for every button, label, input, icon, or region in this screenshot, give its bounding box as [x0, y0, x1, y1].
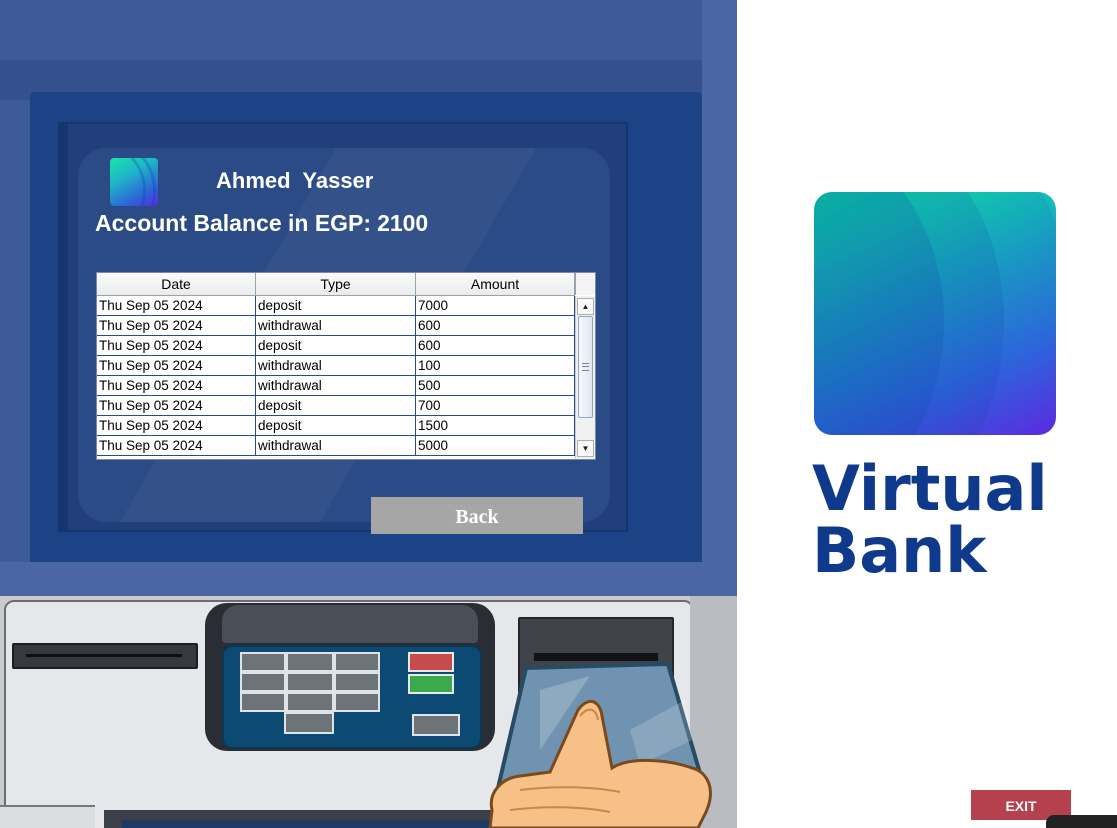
cell-type: withdrawal [256, 356, 416, 376]
cell-amount: 600 [416, 316, 575, 336]
keypad-key [334, 652, 380, 672]
virtual-bank-logo-icon [814, 192, 1056, 435]
scroll-down-arrow-icon[interactable]: ▼ [577, 440, 594, 457]
brand-line-virtual: Virtual [812, 452, 1048, 525]
cell-date: Thu Sep 05 2024 [97, 416, 256, 436]
table-row[interactable]: Thu Sep 05 2024 withdrawal 100 [97, 356, 575, 376]
cash-dispenser-slot [104, 810, 544, 828]
keypad-key [240, 672, 286, 692]
cell-date: Thu Sep 05 2024 [97, 296, 256, 316]
cell-type: deposit [256, 296, 416, 316]
keypad-key [284, 712, 334, 734]
cell-date: Thu Sep 05 2024 [97, 316, 256, 336]
cell-date: Thu Sep 05 2024 [97, 436, 256, 456]
table-row[interactable]: Thu Sep 05 2024 withdrawal 500 [97, 376, 575, 396]
brand-wordmark: Virtual Bank [812, 458, 1048, 582]
balance-label: Account Balance in EGP: [95, 210, 372, 236]
cell-date: Thu Sep 05 2024 [97, 336, 256, 356]
atm-frame-right [702, 0, 737, 595]
cell-type: deposit [256, 416, 416, 436]
keypad-key [412, 714, 460, 736]
cell-type: deposit [256, 396, 416, 416]
column-header-type[interactable]: Type [256, 273, 416, 295]
table-row[interactable]: Thu Sep 05 2024 withdrawal 600 [97, 316, 575, 336]
keypad-cancel-key [408, 652, 454, 672]
brand-line-bank: Bank [812, 514, 987, 587]
transactions-table[interactable]: Date Type Amount Thu Sep 05 2024 deposit 7… [96, 272, 596, 460]
table-header: Date Type Amount [97, 273, 575, 296]
column-header-amount[interactable]: Amount [416, 273, 575, 295]
keypad-hood [222, 605, 478, 643]
logo-band [814, 192, 1056, 435]
hand-with-card-illustration [488, 661, 712, 828]
keypad-key [286, 652, 334, 672]
cell-amount: 500 [416, 376, 575, 396]
keypad-key [286, 692, 334, 712]
keypad-key [240, 652, 286, 672]
cell-type: withdrawal [256, 316, 416, 336]
table-row[interactable]: Thu Sep 05 2024 deposit 600 [97, 336, 575, 356]
column-header-date[interactable]: Date [97, 273, 256, 295]
bank-logo-icon [110, 158, 158, 206]
keypad-enter-key [408, 674, 454, 694]
cell-type: withdrawal [256, 436, 416, 456]
cell-amount: 1500 [416, 416, 575, 436]
cell-amount: 7000 [416, 296, 575, 316]
table-body: Thu Sep 05 2024 deposit 7000 Thu Sep 05 20… [97, 296, 575, 456]
cell-type: withdrawal [256, 376, 416, 396]
keypad-key [334, 692, 380, 712]
window-corner-tab [1046, 815, 1117, 828]
cell-amount: 5000 [416, 436, 575, 456]
keypad-key [286, 672, 334, 692]
cell-amount: 600 [416, 336, 575, 356]
table-row[interactable]: Thu Sep 05 2024 deposit 7000 [97, 296, 575, 316]
back-button[interactable]: Back [371, 497, 583, 534]
cell-date: Thu Sep 05 2024 [97, 376, 256, 396]
cell-date: Thu Sep 05 2024 [97, 396, 256, 416]
scrollbar-thumb[interactable] [578, 316, 593, 418]
table-row[interactable]: Thu Sep 05 2024 withdrawal 5000 [97, 436, 575, 456]
table-scrollbar[interactable]: ▲ ▼ [575, 296, 595, 459]
scroll-up-arrow-icon[interactable]: ▲ [577, 298, 594, 315]
account-balance: Account Balance in EGP: 2100 [95, 210, 428, 237]
receipt-slot [12, 643, 198, 669]
balance-value: 2100 [377, 210, 429, 236]
table-row[interactable]: Thu Sep 05 2024 deposit 700 [97, 396, 575, 416]
scrollbar-grip-icon [582, 363, 589, 371]
atm-frame-bottom [0, 562, 737, 600]
keypad-key [334, 672, 380, 692]
cell-amount: 700 [416, 396, 575, 416]
cell-type: deposit [256, 336, 416, 356]
cell-amount: 100 [416, 356, 575, 376]
panel-ledge [0, 805, 95, 828]
logo-arc [110, 158, 156, 206]
table-header-corner [575, 273, 595, 295]
table-row[interactable]: Thu Sep 05 2024 deposit 1500 [97, 416, 575, 436]
cell-date: Thu Sep 05 2024 [97, 356, 256, 376]
keypad-key [240, 692, 286, 712]
account-holder-name: Ahmed Yasser [216, 168, 374, 193]
